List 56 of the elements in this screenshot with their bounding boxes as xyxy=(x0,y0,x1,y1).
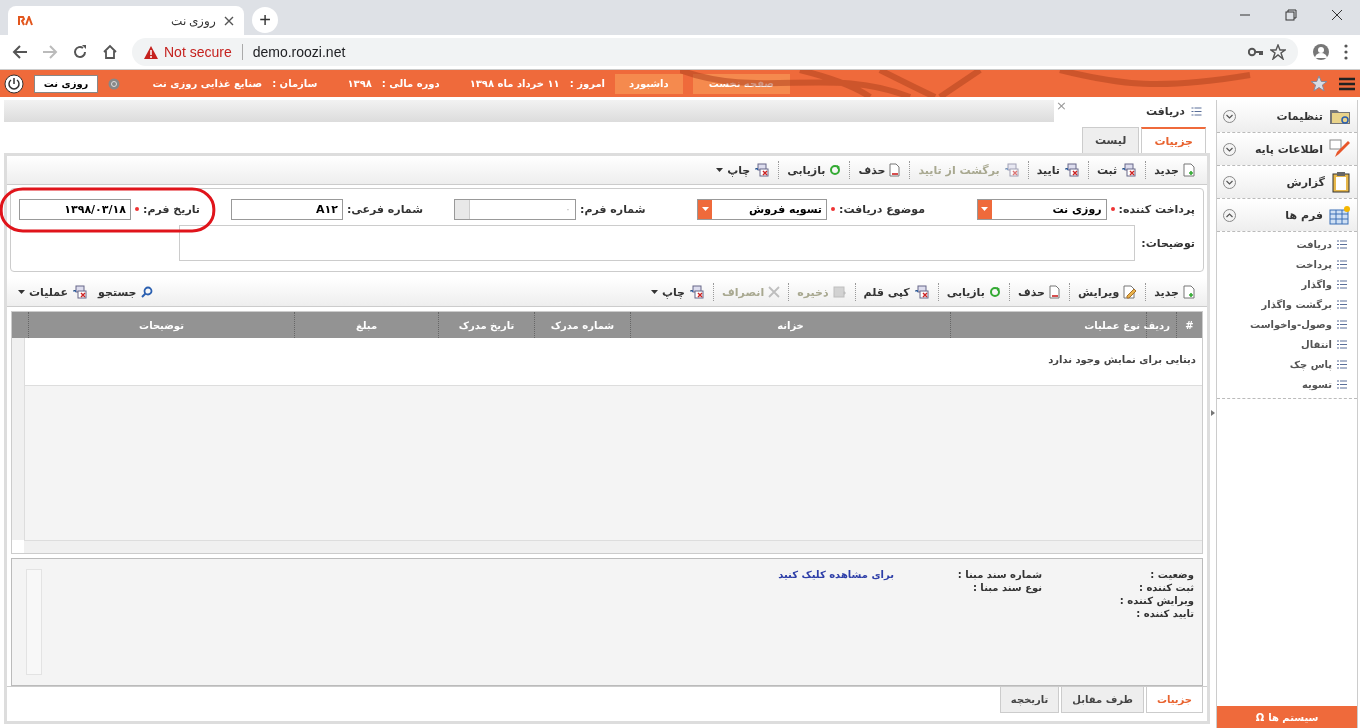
toolbar-button[interactable]: عملیات xyxy=(13,282,94,302)
organization-name: صنایع غذایی روزی نت xyxy=(152,78,263,89)
sidebar-item[interactable]: پاس چک xyxy=(1289,354,1347,374)
tab[interactable]: لیست xyxy=(1081,127,1140,153)
toolbar-button[interactable]: جستجو xyxy=(93,282,158,302)
sidebar-item[interactable]: برگشت واگذار xyxy=(1261,294,1347,314)
toolbar-button[interactable]: حذف xyxy=(853,160,907,180)
dropdown-field[interactable]: تسویه فروش xyxy=(697,198,827,220)
sidebar-item[interactable]: دریافت xyxy=(1296,234,1347,254)
detail-label: ثبت کننده : xyxy=(1137,582,1194,593)
fiscal-year: ۱۳۹۸ xyxy=(347,78,372,89)
field-label: پرداخت کننده: xyxy=(1118,202,1195,216)
toolbar-button[interactable]: ویرایش xyxy=(1072,282,1143,302)
field-label: شماره فرعی: xyxy=(346,202,424,216)
dropdown-field[interactable]: روزی نت xyxy=(976,198,1107,220)
detail-label: شماره سند مبنا : xyxy=(956,569,1042,580)
field-label: توضیحات: xyxy=(1141,237,1195,250)
toolbar-button[interactable]: بازیابی xyxy=(782,160,847,180)
user-name: روزی نت xyxy=(34,74,98,93)
toolbar-button[interactable]: جدید xyxy=(1149,160,1201,180)
security-label: Not secure xyxy=(164,44,232,60)
today-label: امروز : xyxy=(569,78,605,89)
today-date: ۱۱ خرداد ماه ۱۳۹۸ xyxy=(469,78,560,89)
document-tab[interactable]: دریافت × xyxy=(1054,100,1210,122)
sidebar-item[interactable]: واگذار xyxy=(1301,274,1347,294)
detail-label: تایید کننده : xyxy=(1135,608,1194,619)
address-bar[interactable]: Not secure demo.roozi.net xyxy=(132,38,1298,66)
toolbar-button[interactable]: ثبت xyxy=(1091,160,1143,180)
tab[interactable]: طرف مقابل xyxy=(1061,687,1144,713)
sidebar-item[interactable]: تسویه xyxy=(1301,374,1347,394)
field-label: شماره فرم: xyxy=(580,202,646,216)
sidebar-item[interactable]: پرداخت xyxy=(1295,254,1347,274)
tab-title: روزی نت xyxy=(169,13,216,28)
field-label: موضوع دریافت: xyxy=(839,202,926,216)
toolbar-button[interactable]: جدید xyxy=(1149,282,1201,302)
browser-tab[interactable]: روزی نت xyxy=(8,6,244,35)
text-field[interactable]: A۱۲ xyxy=(230,198,343,220)
organization-label: سازمان : xyxy=(272,78,318,89)
url-text: demo.roozi.net xyxy=(252,44,346,60)
sidebar-item[interactable]: انتقال xyxy=(1301,334,1347,354)
fiscal-label: دوره مالی : xyxy=(381,78,440,89)
sidebar-item[interactable]: وصول-واخواست xyxy=(1250,314,1347,334)
tab[interactable]: تاریخچه xyxy=(999,687,1060,713)
field-label: تاریخ فرم: xyxy=(143,202,200,216)
toolbar-button[interactable]: کپی قلم xyxy=(858,282,935,302)
toolbar-button[interactable]: چاپ xyxy=(711,160,776,180)
text-field[interactable]: ۱۳۹۸/۰۳/۱۸ xyxy=(19,198,131,220)
view-link[interactable]: برای مشاهده کلیک کنید xyxy=(742,569,894,580)
new-tab-button[interactable]: + xyxy=(252,7,278,33)
toolbar-button[interactable]: تایید xyxy=(1031,160,1085,180)
toolbar-button[interactable]: حذف xyxy=(1012,282,1066,302)
detail-label: نوع سند مبنا : xyxy=(971,582,1042,593)
detail-label: وضعیت : xyxy=(1149,569,1194,580)
toolbar-button[interactable]: بازیابی xyxy=(941,282,1006,302)
detail-label: ویرایش کننده : xyxy=(1118,595,1194,606)
toolbar-button[interactable]: چاپ xyxy=(645,282,711,302)
